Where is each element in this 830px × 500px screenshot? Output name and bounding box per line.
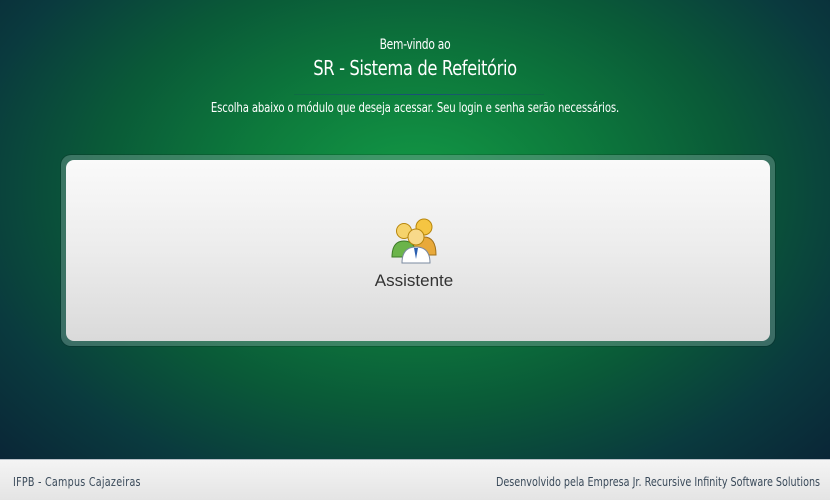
module-label: Assistente xyxy=(374,271,454,290)
title-divider xyxy=(294,94,544,95)
page-footer: IFPB - Campus Cajazeiras Desenvolvido pe… xyxy=(0,459,830,500)
footer-institution: IFPB - Campus Cajazeiras xyxy=(13,475,141,489)
instructions-text: Escolha abaixo o módulo que deseja acess… xyxy=(210,101,620,116)
footer-credits: Desenvolvido pela Empresa Jr. Recursive … xyxy=(495,475,820,489)
welcome-text: Bem-vindo ao xyxy=(379,37,451,53)
users-group-icon xyxy=(391,218,437,264)
app-title: SR - Sistema de Refeitório xyxy=(313,56,517,80)
module-assistente-button[interactable]: Assistente xyxy=(359,215,469,295)
